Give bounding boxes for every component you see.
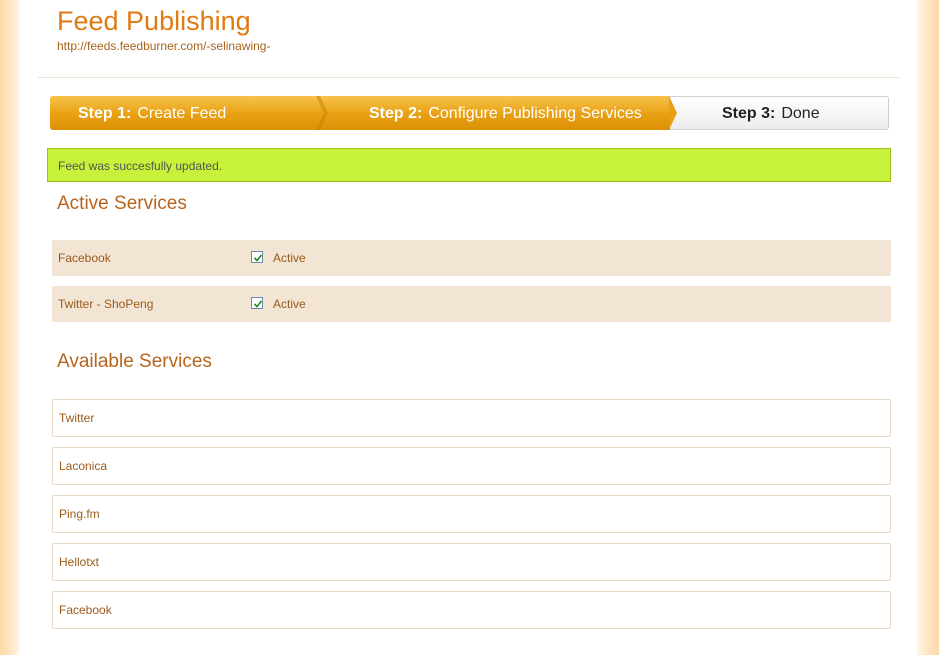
step-2[interactable]: Step 2: Configure Publishing Services: [369, 105, 642, 123]
step-2-label: Configure Publishing Services: [428, 105, 642, 122]
success-message: Feed was succesfully updated.: [47, 148, 891, 182]
step-3-label: Done: [781, 105, 820, 122]
available-service-name: Laconica: [59, 459, 108, 473]
available-service-name: Hellotxt: [59, 555, 100, 569]
step-progress: Step 1: Create Feed Step 2: Configure Publ…: [50, 96, 889, 130]
active-status-label: Active: [273, 251, 306, 265]
checkmark-icon: [253, 300, 263, 308]
active-service-row[interactable]: Facebook Active: [52, 240, 891, 276]
step-separator-1: [316, 96, 328, 130]
active-service-row[interactable]: Twitter - ShoPeng Active: [52, 286, 891, 322]
available-service-row[interactable]: Facebook: [52, 591, 891, 629]
step-separator-2: [669, 96, 677, 130]
step-3[interactable]: Step 3: Done: [722, 105, 820, 123]
feed-url: http://feeds.feedburner.com/-selinawing-: [57, 39, 271, 53]
step-3-num: Step 3:: [722, 105, 776, 122]
step-2-num: Step 2:: [369, 105, 423, 122]
step-1[interactable]: Step 1: Create Feed: [78, 105, 226, 123]
available-service-name: Twitter: [59, 411, 95, 425]
available-service-row[interactable]: Hellotxt: [52, 543, 891, 581]
active-service-name: Facebook: [58, 251, 111, 265]
active-service-name: Twitter - ShoPeng: [58, 297, 154, 311]
active-services-heading: Active Services: [57, 193, 187, 214]
available-service-name: Ping.fm: [59, 507, 100, 521]
page-title: Feed Publishing: [57, 6, 251, 36]
available-service-row[interactable]: Twitter: [52, 399, 891, 437]
available-service-row[interactable]: Laconica: [52, 447, 891, 485]
step-1-label: Create Feed: [137, 105, 227, 122]
active-status-label: Active: [273, 297, 306, 311]
divider: [38, 77, 900, 78]
active-checkbox[interactable]: [251, 297, 263, 309]
success-message-text: Feed was succesfully updated.: [58, 159, 223, 173]
available-service-name: Facebook: [59, 603, 112, 617]
checkmark-icon: [253, 254, 263, 262]
available-services-heading: Available Services: [57, 351, 212, 372]
available-service-row[interactable]: Ping.fm: [52, 495, 891, 533]
step-1-num: Step 1:: [78, 105, 132, 122]
active-checkbox[interactable]: [251, 251, 263, 263]
